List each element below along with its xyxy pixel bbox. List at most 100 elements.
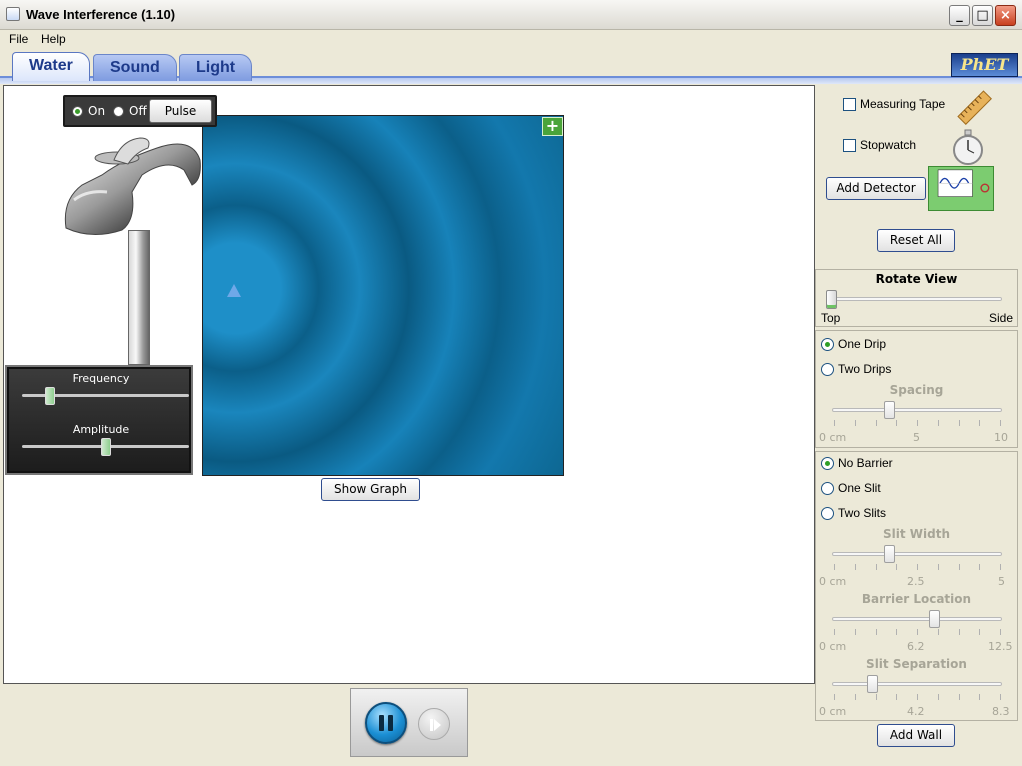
slider-tick [937,564,939,570]
spacing-max-label: 10 [994,431,1008,444]
rotate-view-slider-track[interactable] [830,297,1002,301]
step-button[interactable] [418,708,450,740]
slit-separation-slider-thumb[interactable] [866,675,878,693]
slider-tick [834,629,835,635]
two-slits-radio[interactable] [821,507,834,520]
slit-separation-slider-track[interactable] [832,682,1002,686]
slider-tick [1000,564,1001,570]
maximize-button[interactable]: □ [972,5,993,26]
slider-tick [917,564,918,570]
slider-tick [875,629,877,635]
one-slit-label[interactable]: One Slit [838,481,881,495]
two-drips-radio[interactable] [821,363,834,376]
reset-all-button[interactable]: Reset All [877,229,955,252]
java-app-icon [6,7,20,21]
amplitude-label: Amplitude [72,423,130,436]
slider-tick [854,564,856,570]
add-detector-button[interactable]: Add Detector [826,177,926,200]
window-title: Wave Interference (1.10) [26,7,176,22]
faucet-off-label[interactable]: Off [129,104,147,118]
minimize-button[interactable]: _ [949,5,970,26]
slit-separation-title: Slit Separation [866,657,967,671]
tab-water[interactable]: Water [12,52,90,81]
menu-file[interactable]: File [9,32,28,46]
barrier-location-max-label: 12.5 [988,640,1013,653]
stopwatch-icon[interactable] [951,128,985,166]
slider-tick [834,694,835,700]
slider-tick [834,564,835,570]
rotate-view-title: Rotate View [875,272,958,286]
slider-tick [1000,694,1001,700]
slider-tick [854,629,856,635]
slit-width-max-label: 5 [998,575,1005,588]
one-drip-radio[interactable] [821,338,834,351]
add-wall-button[interactable]: Add Wall [877,724,955,747]
frequency-amplitude-panel: Frequency Amplitude [5,365,193,475]
spacing-slider-track[interactable] [832,408,1002,412]
spacing-min-label: 0 cm [819,431,847,444]
tab-light[interactable]: Light [179,54,253,81]
measuring-tape-label[interactable]: Measuring Tape [860,97,945,111]
stopwatch-checkbox[interactable] [843,139,856,152]
slider-tick [896,694,898,700]
barrier-location-min-label: 0 cm [819,640,847,653]
no-barrier-label[interactable]: No Barrier [838,456,893,470]
tab-sound[interactable]: Sound [93,54,177,81]
spacing-slider-thumb[interactable] [883,401,895,419]
one-drip-label[interactable]: One Drip [838,337,886,351]
pause-button[interactable] [365,702,407,744]
slit-width-min-label: 0 cm [819,575,847,588]
faucet-on-label[interactable]: On [88,104,105,118]
no-barrier-radio[interactable] [821,457,834,470]
detector-graph-icon[interactable] [928,166,994,211]
faucet-off-radio[interactable] [113,106,124,117]
slider-tick [979,629,981,635]
rotate-view-slider-thumb[interactable] [826,290,837,309]
faucet-on-radio[interactable] [72,106,83,117]
pulse-button[interactable]: Pulse [149,99,212,123]
faucet-pipe[interactable] [128,230,150,365]
two-slits-label[interactable]: Two Slits [838,506,886,520]
measuring-tape-checkbox[interactable] [843,98,856,111]
barrier-location-slider-thumb[interactable] [929,610,941,628]
slider-tick [834,420,835,426]
wave-source-marker [227,284,241,297]
show-graph-button[interactable]: Show Graph [321,478,420,501]
slider-tick [875,420,877,426]
spacing-mid-label: 5 [913,431,920,444]
zoom-plus-button[interactable]: + [542,117,563,136]
slit-separation-max-label: 8.3 [992,705,1010,718]
stopwatch-label[interactable]: Stopwatch [860,138,916,152]
menu-help[interactable]: Help [41,32,66,46]
one-slit-radio[interactable] [821,482,834,495]
barrier-location-title: Barrier Location [861,592,972,606]
slider-tick [896,420,898,426]
slider-tick [896,564,898,570]
frequency-label: Frequency [72,372,130,385]
slider-tick [917,420,918,426]
slider-tick [854,420,856,426]
water-wave-field[interactable] [202,115,564,476]
slit-width-slider-thumb[interactable] [883,545,895,563]
slider-tick [937,694,939,700]
slider-tick [896,629,898,635]
slider-tick [958,694,960,700]
amplitude-slider-thumb[interactable] [100,438,111,456]
slider-tick [937,629,939,635]
slider-tick [979,564,981,570]
slit-width-title: Slit Width [882,527,950,541]
slider-tick [958,564,960,570]
slit-width-slider-track[interactable] [832,552,1002,556]
two-drips-label[interactable]: Two Drips [838,362,891,376]
frequency-slider-thumb[interactable] [45,387,56,405]
spacing-title: Spacing [889,383,944,397]
slider-tick [917,694,918,700]
slider-tick [958,629,960,635]
ruler-icon[interactable] [955,88,995,128]
barrier-location-mid-label: 6.2 [907,640,925,653]
faucet-icon[interactable] [62,130,202,240]
slider-tick [875,694,877,700]
barrier-location-slider-track[interactable] [832,617,1002,621]
close-button[interactable]: × [995,5,1016,26]
phet-logo[interactable]: PhET [951,53,1018,77]
